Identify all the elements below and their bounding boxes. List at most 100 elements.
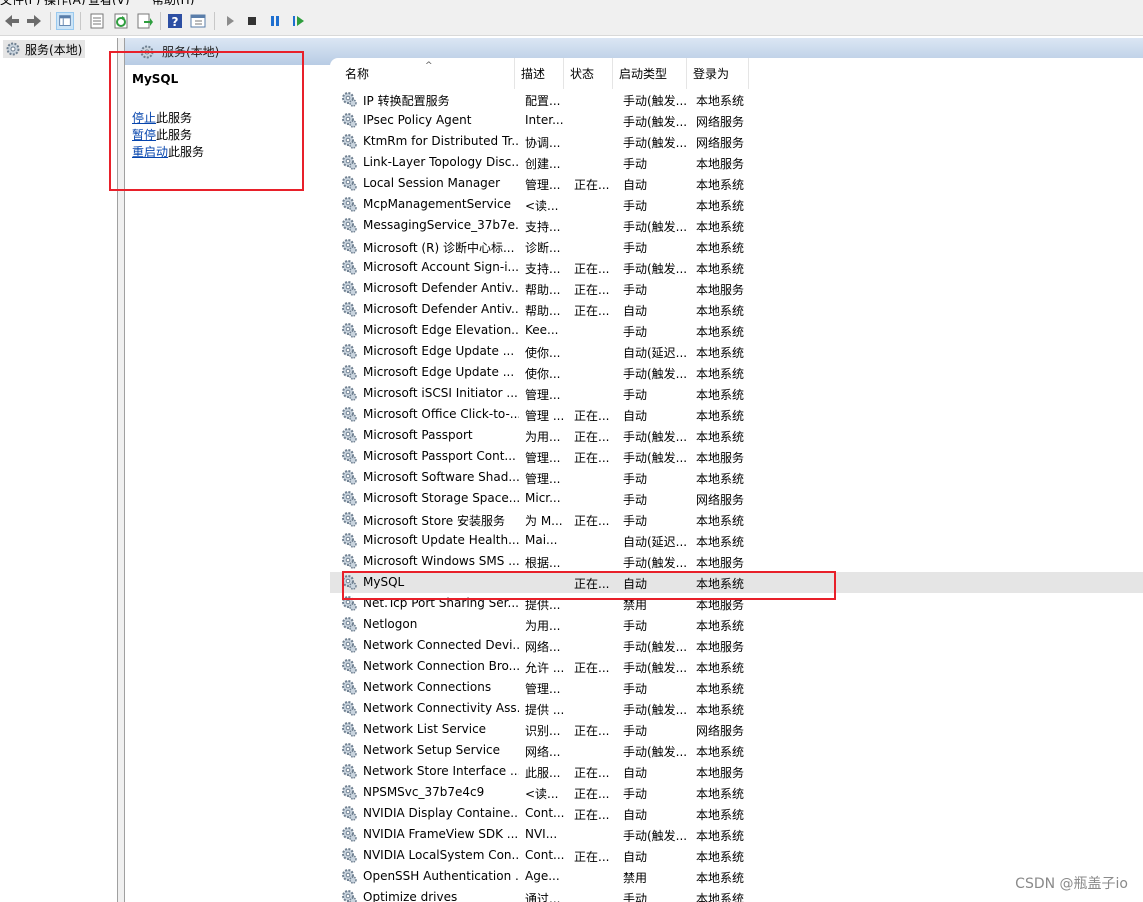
table-row[interactable]: Link-Layer Topology Disc... 创建... 手动 本地服务 bbox=[330, 152, 1143, 173]
table-row[interactable]: Network Connections 管理... 手动 本地系统 bbox=[330, 677, 1143, 698]
table-row[interactable]: NVIDIA LocalSystem Con... Cont... 正在... 自动 本… bbox=[330, 845, 1143, 866]
table-row[interactable]: Network List Service 识别... 正在... 手动 网络服务 bbox=[330, 719, 1143, 740]
service-log-on-as: 本地系统 bbox=[696, 199, 745, 213]
table-row[interactable]: Microsoft Edge Elevation... Kee... 手动 本地系统 bbox=[330, 320, 1143, 341]
export-list-icon[interactable] bbox=[136, 12, 154, 30]
table-row[interactable]: Microsoft Account Sign-i... 支持... 正在... 手动(… bbox=[330, 257, 1143, 278]
service-gear-icon bbox=[341, 427, 357, 443]
service-log-on-as: 本地系统 bbox=[696, 703, 745, 717]
table-row[interactable]: NVIDIA FrameView SDK ... NVI... 手动(触发... 本地… bbox=[330, 824, 1143, 845]
table-row[interactable]: Local Session Manager 管理... 正在... 自动 本地系统 bbox=[330, 173, 1143, 194]
action-suffix: 此服务 bbox=[156, 111, 193, 125]
column-header-status[interactable]: 状态 bbox=[564, 58, 613, 89]
pause-service-link[interactable]: 暂停 bbox=[132, 128, 156, 142]
service-log-on-as: 网络服务 bbox=[696, 115, 745, 129]
table-row[interactable]: Net.Tcp Port Sharing Ser... 提供... 禁用 本地服务 bbox=[330, 593, 1143, 614]
show-hide-tree-icon[interactable] bbox=[56, 12, 74, 30]
table-row[interactable]: Microsoft Defender Antiv... 帮助... 正在... 手动 本… bbox=[330, 278, 1143, 299]
service-name: Microsoft Edge Elevation... bbox=[363, 323, 519, 337]
service-startup-type: 手动(触发... bbox=[623, 220, 687, 234]
table-row[interactable]: Microsoft Office Click-to-... 管理 ... 正在...… bbox=[330, 404, 1143, 425]
table-row[interactable]: Microsoft Windows SMS ... 根据... 手动(触发... 本地… bbox=[330, 551, 1143, 572]
service-description: Age... bbox=[525, 869, 560, 883]
help-icon[interactable]: ? bbox=[166, 12, 184, 30]
service-startup-type: 自动(延迟... bbox=[623, 535, 687, 549]
tree-item-services-local[interactable]: 服务(本地) bbox=[3, 40, 86, 58]
table-row[interactable]: MySQL 正在... 自动 本地系统 bbox=[330, 572, 1143, 593]
toolbar-separator bbox=[160, 12, 161, 30]
toolbar-separator bbox=[80, 12, 81, 30]
service-startup-type: 手动 bbox=[623, 388, 648, 402]
service-description: Mai... bbox=[525, 533, 558, 547]
service-status: 正在... bbox=[574, 724, 610, 738]
table-row[interactable]: Microsoft Defender Antiv... 帮助... 正在... 自动 本… bbox=[330, 299, 1143, 320]
table-row[interactable]: Microsoft iSCSI Initiator ... 管理... 手动 本地系统 bbox=[330, 383, 1143, 404]
service-name: Microsoft iSCSI Initiator ... bbox=[363, 386, 518, 400]
service-log-on-as: 本地服务 bbox=[696, 640, 745, 654]
service-name: Netlogon bbox=[363, 617, 418, 631]
table-row[interactable]: MessagingService_37b7e... 支持... 手动(触发... 本地… bbox=[330, 215, 1143, 236]
service-description: 使你... bbox=[525, 346, 561, 360]
table-row[interactable]: Network Store Interface ... 此服... 正在... 自动 本… bbox=[330, 761, 1143, 782]
console-icon[interactable] bbox=[189, 12, 207, 30]
resume-service-icon[interactable] bbox=[289, 12, 307, 30]
service-startup-type: 手动 bbox=[623, 787, 648, 801]
table-row[interactable]: Microsoft Passport 为用... 正在... 手动(触发... 本地系统 bbox=[330, 425, 1143, 446]
table-row[interactable]: Microsoft Edge Update ... 使你... 自动(延迟... 本地… bbox=[330, 341, 1143, 362]
stop-service-icon[interactable] bbox=[243, 12, 261, 30]
refresh-icon[interactable] bbox=[112, 12, 130, 30]
pane-splitter[interactable] bbox=[118, 38, 125, 902]
table-row[interactable]: Microsoft Store 安装服务 为 M... 正在... 手动 本地系统 bbox=[330, 509, 1143, 530]
properties-icon[interactable] bbox=[88, 12, 106, 30]
service-status: 正在... bbox=[574, 451, 610, 465]
service-startup-type: 自动 bbox=[623, 178, 648, 192]
service-status: 正在... bbox=[574, 850, 610, 864]
service-description: 提供 ... bbox=[525, 703, 565, 717]
pause-service-icon[interactable] bbox=[266, 12, 284, 30]
table-row[interactable]: McpManagementService <读... 手动 本地系统 bbox=[330, 194, 1143, 215]
service-status: 正在... bbox=[574, 514, 610, 528]
table-row[interactable]: Netlogon 为用... 手动 本地系统 bbox=[330, 614, 1143, 635]
table-row[interactable]: Microsoft Storage Space... Micr... 手动 网络服务 bbox=[330, 488, 1143, 509]
table-row[interactable]: KtmRm for Distributed Tr... 协调... 手动(触发...… bbox=[330, 131, 1143, 152]
service-name: Microsoft Windows SMS ... bbox=[363, 554, 519, 568]
service-status: 正在... bbox=[574, 262, 610, 276]
table-row[interactable]: Network Setup Service 网络... 手动(触发... 本地系统 bbox=[330, 740, 1143, 761]
table-row[interactable]: Microsoft Update Health... Mai... 自动(延迟...… bbox=[330, 530, 1143, 551]
service-log-on-as: 本地系统 bbox=[696, 388, 745, 402]
service-gear-icon bbox=[341, 112, 357, 128]
table-row[interactable]: IP 转换配置服务 配置... 手动(触发... 本地系统 bbox=[330, 89, 1143, 110]
table-row[interactable]: Microsoft Edge Update ... 使你... 手动(触发... 本地… bbox=[330, 362, 1143, 383]
service-startup-type: 手动 bbox=[623, 514, 648, 528]
table-row[interactable]: IPsec Policy Agent Inter... 手动(触发... 网络服务 bbox=[330, 110, 1143, 131]
column-label: 启动类型 bbox=[619, 67, 668, 81]
service-log-on-as: 本地系统 bbox=[696, 787, 745, 801]
forward-icon[interactable] bbox=[25, 12, 43, 30]
service-startup-type: 手动 bbox=[623, 682, 648, 696]
column-header-startup-type[interactable]: 启动类型 bbox=[613, 58, 687, 89]
sort-ascending-icon: ^ bbox=[425, 61, 433, 71]
table-row[interactable]: Network Connection Bro... 允许 ... 正在... 手动(触… bbox=[330, 656, 1143, 677]
back-icon[interactable] bbox=[3, 12, 21, 30]
service-log-on-as: 本地系统 bbox=[696, 577, 745, 591]
stop-service-link[interactable]: 停止 bbox=[132, 111, 156, 125]
column-header-description[interactable]: 描述 bbox=[515, 58, 564, 89]
service-startup-type: 手动(触发... bbox=[623, 94, 687, 108]
table-row[interactable]: Microsoft Passport Cont... 管理... 正在... 手动(触… bbox=[330, 446, 1143, 467]
table-row[interactable]: Network Connectivity Ass... 提供 ... 手动(触发..… bbox=[330, 698, 1143, 719]
table-row[interactable]: Microsoft (R) 诊断中心标... 诊断... 手动 本地系统 bbox=[330, 236, 1143, 257]
table-row[interactable]: NVIDIA Display Containe... Cont... 正在... 自动… bbox=[330, 803, 1143, 824]
table-row[interactable]: Network Connected Devi... 网络... 手动(触发... 本地… bbox=[330, 635, 1143, 656]
table-row[interactable]: NPSMSvc_37b7e4c9 <读... 正在... 手动 本地系统 bbox=[330, 782, 1143, 803]
service-name: MessagingService_37b7e... bbox=[363, 218, 519, 232]
service-name: NVIDIA LocalSystem Con... bbox=[363, 848, 519, 862]
restart-service-link[interactable]: 重启动 bbox=[132, 145, 168, 159]
service-description: 通过... bbox=[525, 892, 561, 902]
watermark: CSDN @瓶盖子io bbox=[1015, 876, 1128, 892]
service-log-on-as: 本地系统 bbox=[696, 346, 745, 360]
column-header-log-on-as[interactable]: 登录为 bbox=[687, 58, 749, 89]
service-log-on-as: 本地系统 bbox=[696, 535, 745, 549]
table-row[interactable]: Microsoft Software Shad... 管理... 手动 本地系统 bbox=[330, 467, 1143, 488]
start-service-icon[interactable] bbox=[221, 12, 239, 30]
column-header-name[interactable]: 名称 ^ bbox=[330, 58, 515, 89]
